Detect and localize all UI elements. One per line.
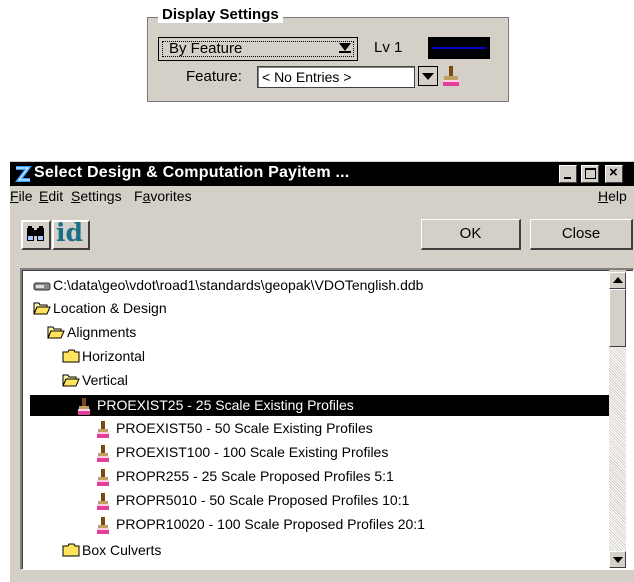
tree-row-label: PROEXIST50 - 50 Scale Existing Profiles [116, 420, 373, 436]
chevron-down-icon [422, 73, 434, 80]
tree-row-label: Horizontal [82, 348, 146, 364]
window-title: Select Design & Computation Payitem ... [34, 164, 350, 181]
folder-open-icon [47, 325, 65, 346]
database-icon [33, 278, 51, 299]
paint-brush-icon [96, 517, 110, 541]
tree-row-label: PROEXIST25 - 25 Scale Existing Profiles [97, 397, 354, 413]
app-icon [13, 164, 33, 187]
folder-open-icon [62, 373, 80, 394]
close-window-button[interactable]: × [605, 164, 623, 183]
feature-label: Feature: [186, 68, 242, 85]
level-label: Lv 1 [374, 39, 403, 56]
folder-closed-icon [62, 543, 80, 564]
title-bar[interactable]: Select Design & Computation Payitem ... … [10, 162, 634, 186]
menu-help[interactable]: Help [598, 188, 627, 204]
menu-edit[interactable]: Edit [39, 188, 63, 204]
tree-row-label: Alignments [67, 324, 137, 340]
close-button[interactable]: Close [530, 219, 633, 250]
paint-brush-icon[interactable] [442, 65, 460, 90]
tree-row[interactable]: PROPR255 - 25 Scale Proposed Profiles 5:… [96, 466, 436, 487]
tree-row-label: Vertical [82, 372, 128, 388]
tree-row[interactable]: Location & Design [33, 298, 233, 319]
tree-row-label: PROEXIST100 - 100 Scale Existing Profile… [116, 444, 389, 460]
vertical-scrollbar[interactable] [609, 270, 626, 568]
folder-closed-icon [62, 349, 80, 370]
tree-row-selected[interactable]: PROEXIST25 - 25 Scale Existing Profiles [30, 395, 609, 416]
tree-row-label: Box Culverts [82, 542, 162, 558]
tree-row[interactable]: Vertical [62, 370, 182, 391]
tree-row[interactable]: PROPR10020 - 100 Scale Proposed Profiles… [96, 514, 476, 535]
scroll-thumb[interactable] [609, 289, 626, 347]
display-mode-select[interactable]: By Feature [158, 37, 358, 61]
id-label: id [56, 218, 83, 247]
tree-row-label: C:\data\geo\vdot\road1\standards\geopak\… [53, 277, 424, 293]
color-swatch[interactable] [428, 37, 490, 59]
scroll-up-button[interactable] [609, 272, 626, 289]
menu-favorites[interactable]: Favorites [134, 188, 192, 204]
tree-row[interactable]: PROEXIST100 - 100 Scale Existing Profile… [96, 442, 436, 463]
tree-row-label: PROPR10020 - 100 Scale Proposed Profiles… [116, 516, 425, 532]
ok-button[interactable]: OK [421, 219, 521, 250]
chevron-down-icon [339, 43, 351, 53]
paint-brush-icon [77, 398, 91, 422]
menu-settings[interactable]: Settings [71, 188, 122, 204]
tree-row[interactable]: C:\data\geo\vdot\road1\standards\geopak\… [33, 275, 453, 296]
folder-open-icon [33, 301, 51, 322]
tree-row[interactable]: PROEXIST50 - 50 Scale Existing Profiles [96, 418, 416, 439]
menu-file[interactable]: File [10, 188, 33, 204]
feature-dropdown-button[interactable] [418, 66, 438, 86]
tree-row[interactable]: Alignments [47, 322, 197, 343]
scroll-down-button[interactable] [609, 551, 626, 568]
tree-row-label: PROPR255 - 25 Scale Proposed Profiles 5:… [116, 468, 394, 484]
close-icon: × [609, 164, 618, 181]
focus-rect [162, 41, 354, 57]
feature-select[interactable]: < No Entries > [257, 66, 415, 88]
display-settings-title: Display Settings [158, 6, 283, 23]
minimize-button[interactable] [559, 165, 577, 183]
binoculars-icon [27, 226, 44, 241]
maximize-button[interactable] [581, 165, 599, 183]
find-button[interactable] [21, 220, 51, 250]
tree-row-label: PROPR5010 - 50 Scale Proposed Profiles 1… [116, 492, 410, 508]
feature-value: < No Entries > [262, 69, 352, 85]
tree-row[interactable]: Box Culverts [62, 540, 222, 561]
menu-bar: File Edit Settings Favorites Help [10, 186, 634, 206]
color-swatch-line [432, 47, 486, 49]
scroll-track[interactable] [609, 347, 626, 551]
tree-row[interactable]: Horizontal [62, 346, 202, 367]
tree-row-label: Location & Design [53, 300, 167, 316]
tree-row[interactable]: PROPR5010 - 50 Scale Proposed Profiles 1… [96, 490, 456, 511]
id-button[interactable]: id [52, 218, 90, 250]
